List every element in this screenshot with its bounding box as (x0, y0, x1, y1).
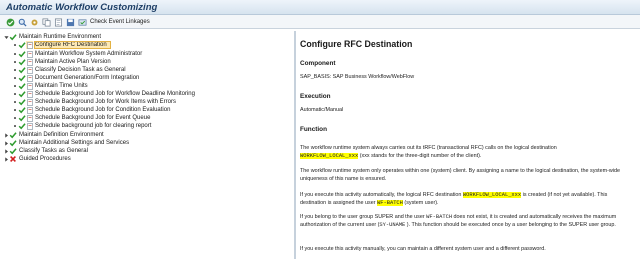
status-ok-icon (18, 106, 26, 114)
function-paragraph-3: If you execute this activity automatical… (300, 191, 634, 207)
status-ok-icon (18, 74, 26, 82)
settings-icon[interactable] (29, 17, 39, 27)
text-run: If you belong to the user group SUPER an… (300, 214, 427, 220)
customizing-tree: Maintain Runtime Environment Configure R… (0, 31, 294, 259)
tree-item-label: Schedule Background Job for Work Items w… (35, 99, 176, 105)
copy-icon[interactable] (41, 17, 51, 27)
tree-node-maintain-runtime-environment[interactable]: Maintain Runtime Environment (3, 33, 101, 41)
highlighted-user: WF-BATCH (377, 200, 403, 207)
tree-node-label: Classify Tasks as General (19, 148, 88, 154)
function-paragraph-5: If you execute this activity manually, y… (300, 246, 546, 252)
tree-item-label: Document Generation/Form Integration (35, 75, 140, 81)
status-ok-icon (18, 90, 26, 98)
text-run: If you execute this activity automatical… (300, 192, 463, 198)
search-icon[interactable] (17, 17, 27, 27)
tree-node-guided-procedures[interactable]: Guided Procedures (3, 155, 71, 163)
status-ok-icon (9, 139, 17, 147)
activity-icon (26, 74, 33, 82)
code-uname: SY-UNAME (379, 222, 406, 229)
tree-item-label: Classify Decision Task as General (35, 67, 126, 73)
status-ok-icon (18, 58, 26, 66)
activity-icon (26, 114, 33, 122)
text-run: (xxx stands for the three-digit number o… (358, 153, 482, 160)
status-ok-icon (18, 50, 26, 58)
tree-item-job-condition-evaluation[interactable]: Schedule Background Job for Condition Ev… (12, 106, 170, 114)
activity-icon (26, 122, 33, 130)
text-run: (system user). (402, 200, 439, 207)
tree-item-label: Schedule background job for clearing rep… (35, 123, 152, 129)
code-user: WF-BATCH (426, 214, 453, 220)
function-paragraph-4: If you belong to the user group SUPER an… (300, 213, 634, 229)
check-event-linkages-button[interactable]: Check Event Linkages (77, 17, 150, 27)
tree-node-maintain-additional-settings[interactable]: Maintain Additional Settings and Service… (3, 139, 129, 147)
activity-icon (26, 50, 33, 58)
status-ok-icon (18, 122, 26, 130)
tree-item-label: Maintain Active Plan Version (35, 59, 111, 65)
tree-item-label: Schedule Background Job for Event Queue (35, 115, 151, 121)
tree-node-classify-tasks-general[interactable]: Classify Tasks as General (3, 147, 88, 155)
text-run: ). This function should be executed once… (405, 222, 616, 229)
documentation-pane: Configure RFC Destination Component SAP_… (296, 31, 640, 259)
tree-item-classify-decision-task[interactable]: Classify Decision Task as General (12, 66, 126, 74)
function-paragraph-1: The workflow runtime system always carri… (300, 144, 634, 160)
tree-item-document-generation[interactable]: Document Generation/Form Integration (12, 74, 139, 82)
component-text: SAP_BASIS: SAP Business Workflow/WebFlow (300, 74, 415, 80)
status-ok-icon (9, 131, 17, 139)
function-paragraph-2: The workflow runtime system only operate… (300, 168, 620, 183)
activity-icon (26, 106, 33, 114)
status-ok-icon (18, 66, 26, 74)
execution-text: Automatic/Manual (300, 107, 344, 113)
activity-icon (26, 82, 33, 90)
tree-node-label: Maintain Definition Environment (19, 132, 104, 138)
tree-node-maintain-definition-environment[interactable]: Maintain Definition Environment (3, 131, 104, 139)
status-ok-icon (9, 33, 17, 41)
tree-item-job-clearing-report[interactable]: Schedule background job for clearing rep… (12, 122, 151, 130)
tree-item-job-work-items-errors[interactable]: Schedule Background Job for Work Items w… (12, 98, 176, 106)
tree-item-configure-rfc-destination[interactable]: Configure RFC Destination (12, 41, 111, 49)
event-linkage-icon (77, 17, 87, 27)
tree-item-maintain-time-units[interactable]: Maintain Time Units (12, 82, 88, 90)
tree-node-label: Guided Procedures (19, 156, 71, 162)
activity-icon (26, 66, 33, 74)
tree-item-label: Configure RFC Destination (34, 41, 111, 49)
tree-item-label: Maintain Time Units (35, 83, 88, 89)
status-ok-icon (9, 147, 17, 155)
highlighted-destination: WORKFLOW_LOCAL_xxx (300, 153, 359, 160)
tree-item-label: Schedule Background Job for Workflow Dea… (35, 91, 195, 97)
status-ok-icon (18, 41, 26, 49)
status-ok-icon (18, 98, 26, 106)
status-ok-icon (18, 82, 26, 90)
window-title: Automatic Workflow Customizing (6, 2, 158, 13)
execution-heading: Execution (300, 93, 331, 100)
save-icon[interactable] (65, 17, 75, 27)
highlighted-destination: WORKFLOW_LOCAL_xxx (462, 192, 522, 198)
execute-icon[interactable] (5, 17, 15, 27)
tree-item-label: Maintain Workflow System Administrator (35, 51, 143, 57)
doc-title: Configure RFC Destination (300, 39, 413, 49)
activity-icon (26, 58, 33, 66)
check-event-linkages-label: Check Event Linkages (90, 19, 150, 25)
tree-node-label: Maintain Runtime Environment (19, 34, 102, 40)
status-error-icon (9, 155, 17, 163)
tree-item-maintain-active-plan-version[interactable]: Maintain Active Plan Version (12, 58, 111, 66)
title-bar: Automatic Workflow Customizing (0, 0, 640, 15)
activity-icon (26, 98, 33, 106)
activity-icon (26, 41, 33, 49)
tree-item-maintain-workflow-system-administrator[interactable]: Maintain Workflow System Administrator (12, 50, 142, 58)
tree-item-label: Schedule Background Job for Condition Ev… (35, 107, 171, 113)
function-heading: Function (300, 126, 327, 133)
component-heading: Component (300, 60, 336, 67)
new-icon[interactable] (53, 17, 63, 27)
tree-item-job-event-queue[interactable]: Schedule Background Job for Event Queue (12, 114, 150, 122)
tree-item-job-deadline-monitoring[interactable]: Schedule Background Job for Workflow Dea… (12, 90, 195, 98)
status-ok-icon (18, 114, 26, 122)
tree-node-label: Maintain Additional Settings and Service… (19, 140, 130, 146)
application-toolbar: Check Event Linkages (0, 15, 640, 29)
activity-icon (26, 90, 33, 98)
text-run: The workflow runtime system always carri… (300, 145, 557, 151)
